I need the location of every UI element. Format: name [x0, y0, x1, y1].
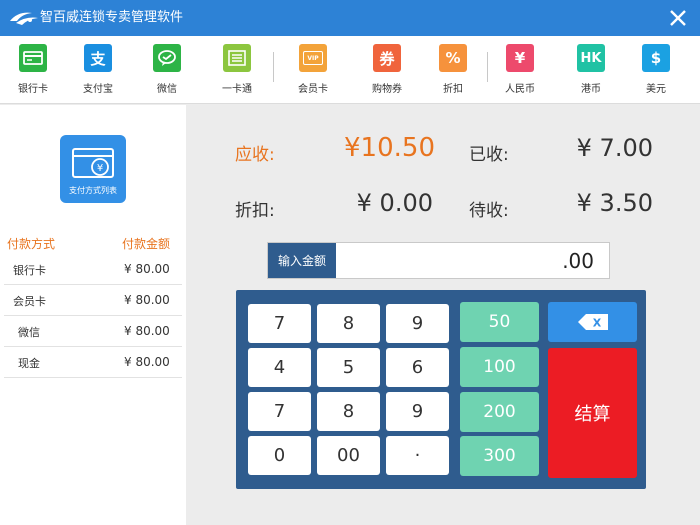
- app-title: 智百威连锁专卖管理软件: [40, 10, 184, 25]
- payment-method: 会员卡: [13, 295, 46, 308]
- one-card-icon: [223, 44, 251, 72]
- key-00[interactable]: 00: [317, 436, 380, 475]
- settle-button[interactable]: 结算: [548, 348, 637, 478]
- toolbar-label: 微信: [157, 84, 177, 95]
- toolbar-divider: [273, 52, 274, 82]
- rmb-icon: ¥: [506, 44, 534, 72]
- amount-received-label: 已收:: [469, 145, 509, 165]
- payment-toolbar: 银行卡 支 支付宝 微信 一卡通 VIP 会员卡 券 购物券 % 折扣 ¥ 人民…: [0, 36, 700, 104]
- toolbar-hkd-button[interactable]: HK 港币: [563, 44, 619, 98]
- toolbar-label: 支付宝: [83, 84, 113, 95]
- payment-row[interactable]: 微信 ¥ 80.00: [4, 317, 182, 347]
- payment-list-button[interactable]: ¥ 支付方式列表: [60, 135, 126, 203]
- discount-icon: %: [439, 44, 467, 72]
- toolbar-label: 人民币: [505, 84, 535, 95]
- quick-amount-200[interactable]: 200: [460, 392, 539, 432]
- payment-method: 银行卡: [13, 264, 46, 277]
- toolbar-discount-button[interactable]: % 折扣: [425, 44, 481, 98]
- key-decimal[interactable]: ·: [386, 436, 449, 475]
- backspace-glyph: X: [593, 317, 602, 330]
- amount-pending-value: ¥ 3.50: [576, 189, 653, 217]
- numeric-keypad: 7 8 9 4 5 6 7 8 9 0 00 · 50 100 200 300 …: [236, 290, 646, 489]
- amount-due-value: ¥10.50: [344, 133, 435, 163]
- key-4[interactable]: 4: [248, 348, 311, 387]
- payment-amount: ¥ 80.00: [124, 262, 170, 276]
- alipay-icon: 支: [84, 44, 112, 72]
- toolbar-label: 银行卡: [18, 84, 48, 95]
- payment-sidebar: ¥ 支付方式列表 付款方式 付款金额 银行卡 ¥ 80.00 会员卡 ¥ 80.…: [0, 105, 186, 525]
- payment-amount: ¥ 80.00: [124, 293, 170, 307]
- vip-glyph: VIP: [303, 51, 323, 65]
- toolbar-member-card-button[interactable]: VIP 会员卡: [285, 44, 341, 98]
- column-amount-header: 付款金额: [122, 237, 171, 251]
- discount-label: 折扣:: [235, 201, 275, 221]
- yen-glyph: ¥: [97, 163, 103, 174]
- payment-method: 现金: [18, 357, 40, 370]
- quick-amount-100[interactable]: 100: [460, 347, 539, 387]
- toolbar-coupon-button[interactable]: 券 购物券: [359, 44, 415, 98]
- quick-amount-300[interactable]: 300: [460, 436, 539, 476]
- member-card-icon: VIP: [299, 44, 327, 72]
- key-9[interactable]: 9: [386, 304, 449, 343]
- wechat-icon: [153, 44, 181, 72]
- key-8[interactable]: 8: [317, 304, 380, 343]
- title-bar: 智百威连锁专卖管理软件: [0, 0, 700, 36]
- toolbar-label: 美元: [646, 84, 666, 95]
- payment-method: 微信: [18, 326, 40, 339]
- toolbar-rmb-button[interactable]: ¥ 人民币: [492, 44, 548, 98]
- toolbar-usd-button[interactable]: $ 美元: [628, 44, 684, 98]
- close-icon[interactable]: [664, 4, 692, 32]
- amount-received-value: ¥ 7.00: [576, 134, 653, 162]
- payment-row[interactable]: 银行卡 ¥ 80.00: [4, 255, 182, 285]
- payment-list-icon: ¥: [72, 148, 114, 178]
- app-logo-icon: [10, 12, 38, 25]
- backspace-button[interactable]: X: [548, 302, 637, 342]
- amount-due-label: 应收:: [235, 145, 275, 165]
- discount-value: ¥ 0.00: [356, 189, 433, 217]
- payment-list-label: 支付方式列表: [69, 186, 117, 195]
- toolbar-bank-card-button[interactable]: 银行卡: [5, 44, 61, 98]
- amount-input-label: 输入金额: [268, 243, 336, 278]
- usd-icon: $: [642, 44, 670, 72]
- payment-row[interactable]: 现金 ¥ 80.00: [4, 348, 182, 378]
- toolbar-label: 购物券: [372, 84, 402, 95]
- payment-amount: ¥ 80.00: [124, 324, 170, 338]
- payment-amount: ¥ 80.00: [124, 355, 170, 369]
- key-0[interactable]: 0: [248, 436, 311, 475]
- coupon-icon: 券: [373, 44, 401, 72]
- key-7[interactable]: 7: [248, 304, 311, 343]
- bank-card-icon: [19, 44, 47, 72]
- toolbar-wechat-button[interactable]: 微信: [139, 44, 195, 98]
- payment-row[interactable]: 会员卡 ¥ 80.00: [4, 286, 182, 316]
- backspace-icon: X: [578, 314, 608, 330]
- key-7[interactable]: 7: [248, 392, 311, 431]
- toolbar-label: 一卡通: [222, 84, 252, 95]
- toolbar-label: 会员卡: [298, 84, 328, 95]
- key-5[interactable]: 5: [317, 348, 380, 387]
- column-method-header: 付款方式: [7, 237, 56, 251]
- amount-input-row: 输入金额: [267, 242, 610, 279]
- amount-input[interactable]: [338, 243, 608, 278]
- toolbar-label: 折扣: [443, 84, 463, 95]
- key-6[interactable]: 6: [386, 348, 449, 387]
- toolbar-label: 港币: [581, 84, 601, 95]
- toolbar-one-card-button[interactable]: 一卡通: [209, 44, 265, 98]
- key-9[interactable]: 9: [386, 392, 449, 431]
- toolbar-alipay-button[interactable]: 支 支付宝: [70, 44, 126, 98]
- amount-pending-label: 待收:: [469, 201, 509, 221]
- key-8[interactable]: 8: [317, 392, 380, 431]
- hkd-icon: HK: [577, 44, 605, 72]
- toolbar-divider: [487, 52, 488, 82]
- quick-amount-50[interactable]: 50: [460, 302, 539, 342]
